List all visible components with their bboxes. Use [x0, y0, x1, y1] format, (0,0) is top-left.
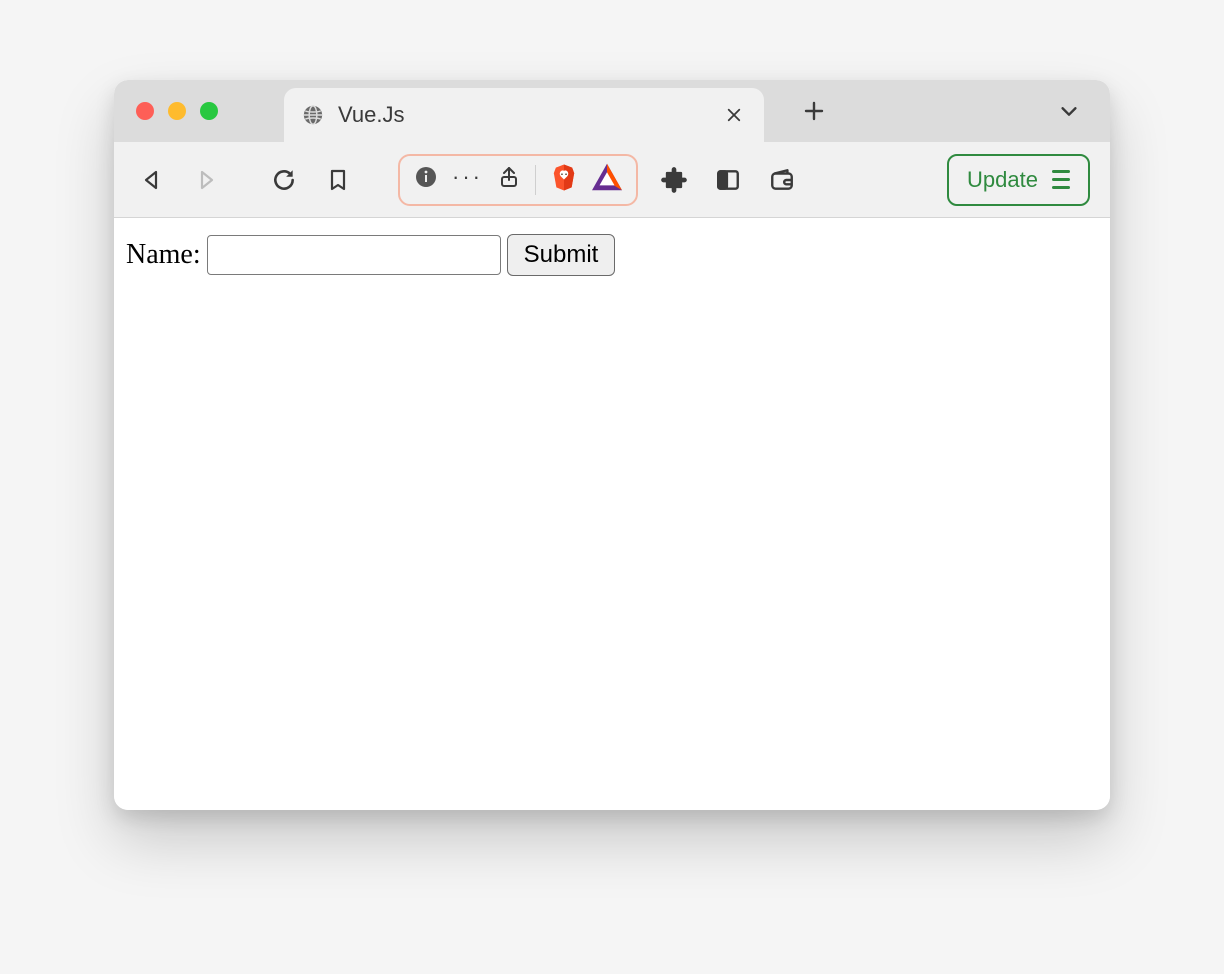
globe-icon	[302, 104, 324, 126]
window-minimize-button[interactable]	[168, 102, 186, 120]
name-label: Name:	[126, 239, 201, 271]
sidebar-panel-button[interactable]	[710, 162, 746, 198]
tab-close-button[interactable]	[720, 101, 748, 129]
share-icon[interactable]	[497, 164, 521, 195]
divider	[535, 165, 536, 195]
name-form: Name: Submit	[126, 234, 1098, 276]
page-content: Name: Submit	[114, 218, 1110, 810]
back-button[interactable]	[134, 162, 170, 198]
brave-shield-icon[interactable]	[550, 163, 578, 196]
site-info-icon[interactable]	[414, 165, 438, 194]
wallet-button[interactable]	[764, 162, 800, 198]
titlebar: Vue.Js	[114, 80, 1110, 142]
tabs-dropdown-button[interactable]	[1052, 94, 1086, 128]
hamburger-menu-icon	[1052, 170, 1070, 189]
update-button[interactable]: Update	[947, 154, 1090, 206]
name-input[interactable]	[207, 235, 501, 275]
site-options-icon[interactable]: ···	[452, 166, 483, 194]
submit-button[interactable]: Submit	[507, 234, 616, 276]
forward-button[interactable]	[188, 162, 224, 198]
bat-token-icon[interactable]	[592, 162, 622, 197]
window-close-button[interactable]	[136, 102, 154, 120]
toolbar: ··· Update	[114, 142, 1110, 218]
extensions-button[interactable]	[656, 162, 692, 198]
new-tab-button[interactable]	[794, 91, 834, 131]
browser-tab[interactable]: Vue.Js	[284, 88, 764, 142]
address-bar[interactable]: ···	[398, 154, 638, 206]
tab-title: Vue.Js	[338, 102, 706, 128]
reload-button[interactable]	[266, 162, 302, 198]
bookmark-button[interactable]	[320, 162, 356, 198]
window-controls	[136, 102, 218, 120]
update-label: Update	[967, 167, 1038, 193]
browser-window: Vue.Js ···	[114, 80, 1110, 810]
window-maximize-button[interactable]	[200, 102, 218, 120]
